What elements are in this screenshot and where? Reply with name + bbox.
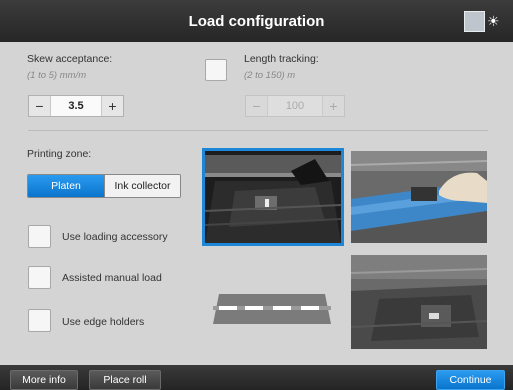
edge-holders-illustration: [213, 292, 331, 326]
title-bar: Load configuration ☀: [0, 0, 513, 42]
loading-accessory-illustration: [351, 255, 487, 349]
continue-button[interactable]: Continue: [436, 370, 505, 390]
length-tracking-checkbox[interactable]: [205, 59, 227, 81]
section-divider: [28, 130, 488, 131]
skew-decrement-button[interactable]: −: [29, 96, 50, 116]
loading-accessory-photo-icon: [351, 255, 487, 349]
length-tracking-stepper[interactable]: − 100 +: [245, 95, 345, 117]
skew-stepper[interactable]: − 3.5 +: [28, 95, 124, 117]
skew-acceptance-label: Skew acceptance:: [27, 53, 113, 65]
assisted-manual-load-checkbox[interactable]: [28, 266, 51, 289]
place-roll-button[interactable]: Place roll: [89, 370, 161, 390]
sun-icon: ☀: [487, 13, 500, 29]
printing-zone-toggle[interactable]: Platen Ink collector: [27, 174, 181, 198]
skew-increment-button[interactable]: +: [102, 96, 123, 116]
platen-option[interactable]: Platen: [28, 175, 104, 197]
ink-collector-option[interactable]: Ink collector: [104, 175, 180, 197]
platen-illustration[interactable]: [202, 148, 344, 246]
loading-accessory-checkbox[interactable]: [28, 225, 51, 248]
skew-value[interactable]: 3.5: [50, 96, 102, 116]
brightness-button[interactable]: ☀: [464, 9, 504, 33]
display-swatch: [464, 10, 485, 32]
length-decrement-button[interactable]: −: [246, 96, 267, 116]
length-value[interactable]: 100: [267, 96, 323, 116]
length-tracking-label: Length tracking:: [244, 53, 319, 65]
edge-holders-checkbox[interactable]: [28, 309, 51, 332]
more-info-button[interactable]: More info: [10, 370, 78, 390]
assisted-manual-load-label: Assisted manual load: [62, 272, 162, 284]
ink-collector-photo-icon: [351, 151, 487, 243]
page-title: Load configuration: [188, 12, 325, 30]
printing-zone-label: Printing zone:: [27, 148, 92, 160]
ink-collector-illustration[interactable]: [351, 151, 487, 243]
skew-range-label: (1 to 5) mm/m: [27, 70, 87, 81]
loading-accessory-label: Use loading accessory: [62, 231, 168, 243]
edge-holders-icon: [213, 294, 331, 324]
edge-holders-label: Use edge holders: [62, 316, 145, 328]
platen-photo-icon: [205, 151, 341, 243]
length-tracking-range-label: (2 to 150) m: [244, 70, 296, 81]
main-content: Skew acceptance: (1 to 5) mm/m − 3.5 + L…: [0, 42, 513, 365]
bottom-bar: More info Place roll Continue: [0, 365, 513, 390]
length-increment-button[interactable]: +: [323, 96, 344, 116]
